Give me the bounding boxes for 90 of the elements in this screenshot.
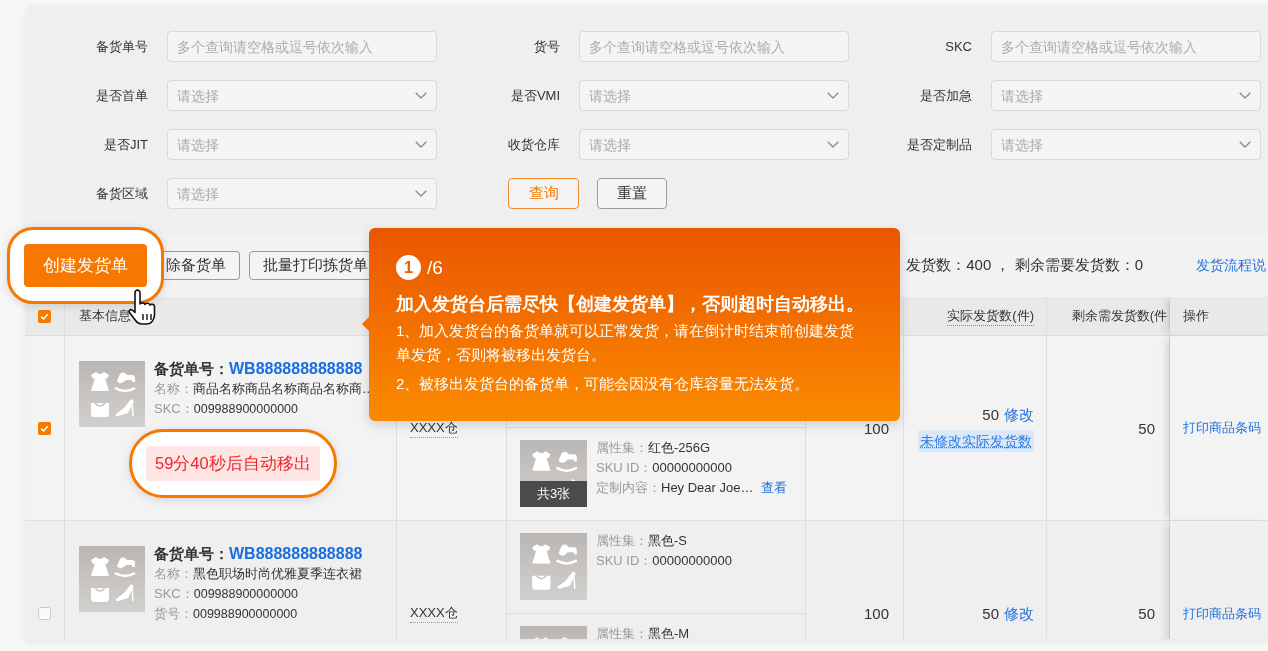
field-value: 红色-256G xyxy=(648,440,711,455)
filter-label: 是否定制品 xyxy=(906,135,972,154)
field-value: Hey Dear Joe… xyxy=(661,480,754,495)
field-label: 属性集： xyxy=(596,440,648,455)
field-label: 属性集： xyxy=(596,626,648,639)
text-input[interactable]: 多个查询请空格或逗号依次输入 xyxy=(579,31,849,62)
quantity-value: 100 xyxy=(863,419,889,437)
order-number-link[interactable]: WB888888888888 xyxy=(229,360,363,377)
field-value: 黑色-S xyxy=(648,533,687,548)
remove-order-button[interactable]: 除备货单 xyxy=(164,251,240,280)
field-value: 009988900000000 xyxy=(193,587,298,601)
chevron-down-icon xyxy=(415,190,427,197)
text-input[interactable]: 多个查询请空格或逗号依次输入 xyxy=(167,31,437,62)
reset-button[interactable]: 重置 xyxy=(597,178,667,209)
select-field[interactable]: 请选择 xyxy=(167,129,437,160)
shipped-value: 50 xyxy=(982,405,999,423)
column-header: 剩余需发货数(件 xyxy=(1071,307,1167,325)
guide-text: 2、被移出发货台的备货单，可能会因没有仓库容量无法发货。 xyxy=(396,374,811,394)
field-value: 商品名称商品名称商品名称商… xyxy=(193,382,375,396)
filter-label: 是否JIT xyxy=(102,135,148,154)
filter-label: 备货单号 xyxy=(95,37,148,56)
field-label: 定制内容： xyxy=(596,480,661,495)
filter-label: 收货仓库 xyxy=(507,135,560,154)
chevron-down-icon xyxy=(415,92,427,99)
filter-label: 是否首单 xyxy=(95,86,148,105)
print-barcode-link[interactable]: 打印商品条码 xyxy=(1183,419,1261,437)
print-barcode-link[interactable]: 打印商品条码 xyxy=(1183,604,1261,623)
status-tag: 未修改实际发货数 xyxy=(918,429,1034,452)
filter-label: 是否VMI xyxy=(509,86,560,105)
product-placeholder-drawing xyxy=(520,440,587,481)
warehouse-name: XXXX仓 xyxy=(410,604,458,623)
field-label: 属性集： xyxy=(596,533,648,548)
order-number-label: 备货单号： xyxy=(154,360,229,377)
field-value: 黑色-M xyxy=(648,626,690,639)
field-value: 009988900000000 xyxy=(193,402,298,416)
quantity-value: 100 xyxy=(863,605,889,622)
field-label: SKU ID： xyxy=(596,460,653,475)
shipment-summary: 发货数：400 ， 剩余需要发货数：0 xyxy=(906,256,1143,275)
column-header: 基本信息 xyxy=(79,307,131,325)
filter-label: 货号 xyxy=(533,37,560,56)
guide-title: 加入发货台后需尽快【创建发货单】，否则超时自动移出。 xyxy=(396,293,865,316)
step-total: /6 xyxy=(427,256,443,279)
step-number-badge: 1 xyxy=(396,255,421,280)
select-field[interactable]: 请选择 xyxy=(167,178,437,209)
checkbox[interactable] xyxy=(38,421,51,435)
field-value: 00000000000 xyxy=(652,553,732,568)
select-field[interactable]: 请选择 xyxy=(579,80,849,111)
field-label: SKC： xyxy=(154,586,194,601)
help-link[interactable]: 发货流程说 xyxy=(1196,256,1266,275)
order-number-label: 备货单号： xyxy=(154,545,229,562)
column-header: 操作 xyxy=(1183,307,1209,325)
field-value: 00000000000 xyxy=(652,460,732,475)
checkbox[interactable] xyxy=(38,607,51,620)
field-value: 黑色职场时尚优雅夏季连衣裙 xyxy=(193,567,362,581)
product-placeholder-drawing xyxy=(79,361,145,427)
create-shipment-button[interactable]: 创建发货单 xyxy=(24,244,147,287)
field-label: SKC： xyxy=(154,401,194,416)
shipped-value: 50 xyxy=(982,604,999,622)
select-field[interactable]: 请选择 xyxy=(991,80,1261,111)
select-field[interactable]: 请选择 xyxy=(167,80,437,111)
order-number-link[interactable]: WB888888888888 xyxy=(229,545,363,562)
guide-text: 1、加入发货台的备货单就可以正常发货，请在倒计时结束前创建发货单发货，否则将被移出发货台。 xyxy=(396,321,856,365)
text-input[interactable]: 多个查询请空格或逗号依次输入 xyxy=(991,31,1261,62)
countdown-badge: 59分40秒后自动移出 xyxy=(146,446,320,481)
column-header: 实际发货数(件) xyxy=(947,306,1034,326)
checkbox[interactable] xyxy=(38,309,51,323)
view-link[interactable]: 查看 xyxy=(761,480,788,495)
field-label: 货号： xyxy=(154,606,193,621)
query-button[interactable]: 查询 xyxy=(508,178,579,209)
field-label: 名称： xyxy=(154,381,193,396)
product-placeholder-drawing xyxy=(520,533,587,600)
chevron-down-icon xyxy=(827,141,839,148)
select-field[interactable]: 请选择 xyxy=(991,129,1261,160)
image-count-label: 共3张 xyxy=(520,481,587,507)
field-value: 009988900000000 xyxy=(193,607,298,621)
field-label: SKU ID： xyxy=(596,553,653,568)
filter-label: SKC xyxy=(944,39,972,54)
remaining-value: 50 xyxy=(1138,605,1155,622)
chevron-down-icon xyxy=(827,92,839,99)
chevron-down-icon xyxy=(415,141,427,148)
product-placeholder-drawing xyxy=(79,546,145,612)
chevron-down-icon xyxy=(1239,92,1251,99)
field-label: 名称： xyxy=(154,566,193,581)
edit-link[interactable]: 修改 xyxy=(1004,604,1034,622)
edit-link[interactable]: 修改 xyxy=(1004,405,1034,423)
filter-label: 备货区域 xyxy=(95,184,148,203)
select-field[interactable]: 请选择 xyxy=(579,129,849,160)
chevron-down-icon xyxy=(1239,141,1251,148)
remaining-value: 50 xyxy=(1138,419,1155,437)
filter-label: 是否加急 xyxy=(919,86,972,105)
